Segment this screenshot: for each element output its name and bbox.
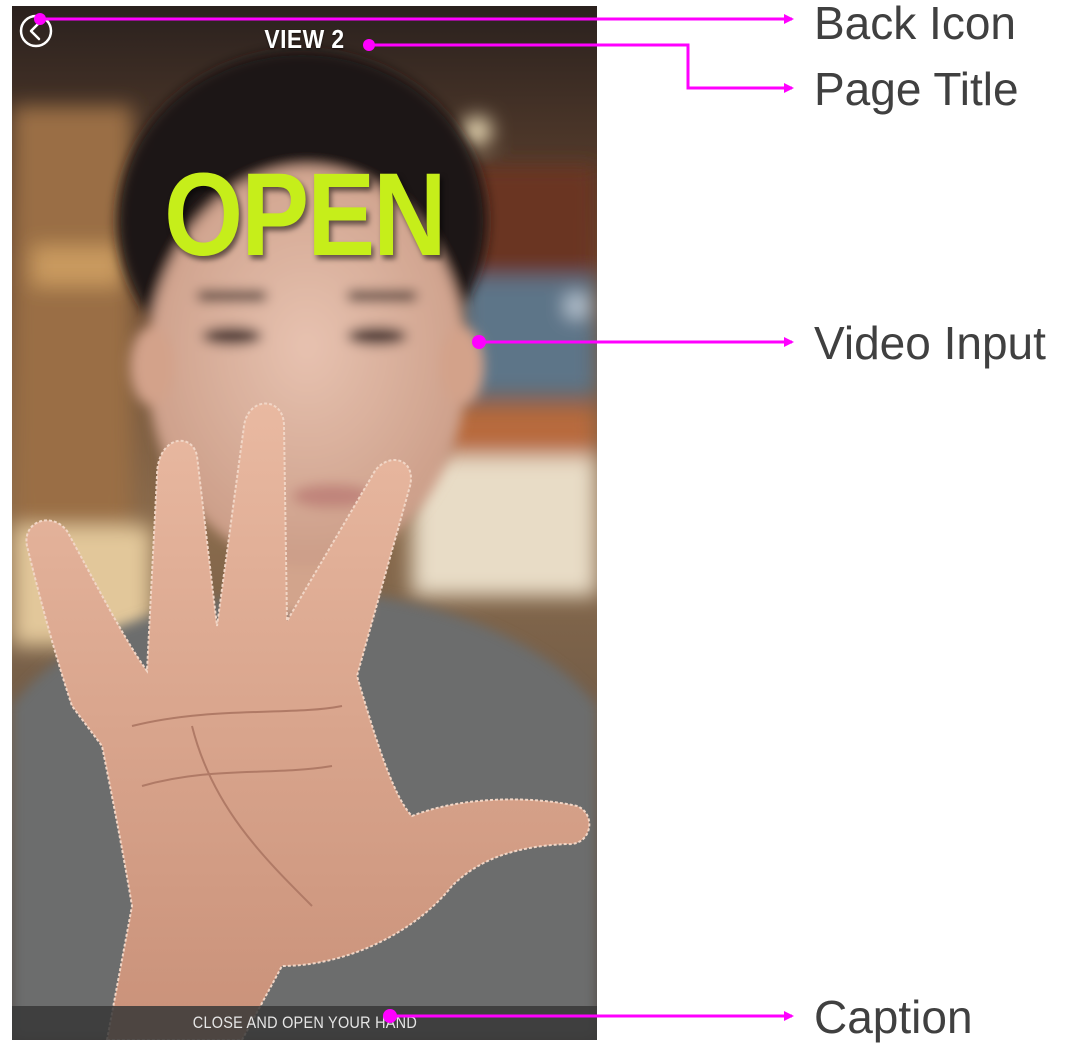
- page-title: VIEW 2: [264, 24, 345, 54]
- caption-bar: CLOSE AND OPEN YOUR HAND: [12, 1006, 597, 1040]
- annotation-label-caption: Caption: [814, 991, 973, 1043]
- caption: CLOSE AND OPEN YOUR HAND: [192, 1013, 417, 1032]
- annotation-label-page-title: Page Title: [814, 63, 1019, 115]
- annotation-label-back-icon: Back Icon: [814, 0, 1016, 49]
- gesture-status-text: OPEN: [164, 149, 446, 281]
- camera-screen: VIEW 2 OPEN CLOSE AND OPEN YOUR HAND: [12, 6, 597, 1040]
- annotation-label-video-input: Video Input: [814, 317, 1046, 369]
- annotated-screenshot: VIEW 2 OPEN CLOSE AND OPEN YOUR HAND Bac…: [0, 0, 1076, 1043]
